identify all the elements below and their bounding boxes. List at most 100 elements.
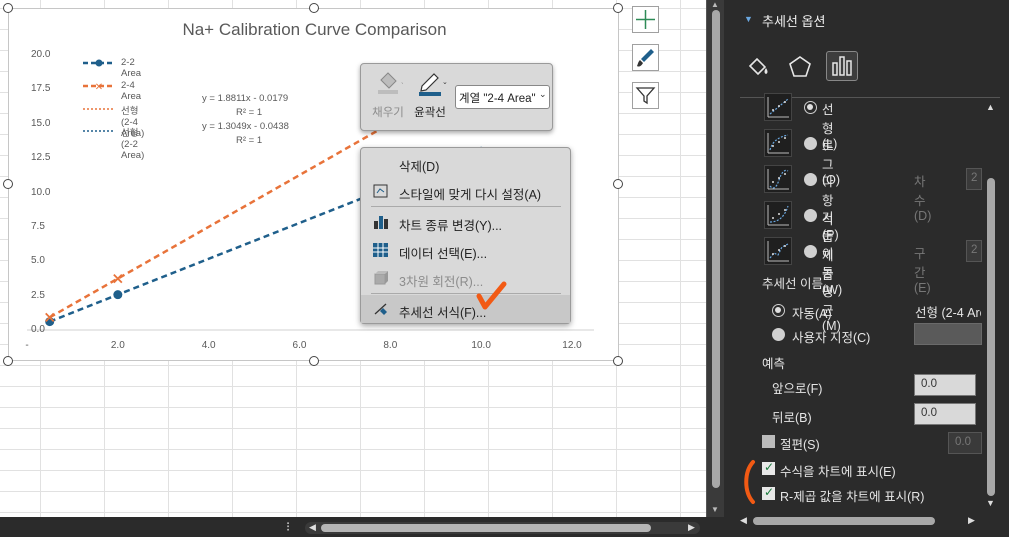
trendline-r2[interactable]: R² = 1	[236, 135, 262, 146]
trend-type-label-moving-average[interactable]: 이동 평균(M)	[822, 243, 841, 333]
menu-item-select-data[interactable]: 데이터 선택(E)...	[361, 236, 570, 264]
resize-handle[interactable]	[613, 179, 623, 189]
resize-handle[interactable]	[3, 3, 13, 13]
resize-handle[interactable]	[309, 356, 319, 366]
brush-icon	[637, 49, 654, 67]
scrollbar-thumb[interactable]	[987, 178, 995, 496]
resize-handle[interactable]	[3, 356, 13, 366]
scroll-right-icon[interactable]: ▶	[688, 522, 695, 533]
resize-handle[interactable]	[613, 3, 623, 13]
intercept-checkbox[interactable]	[762, 435, 775, 448]
format-trendline-icon	[374, 303, 387, 315]
x-tick-label: 10.0	[471, 340, 491, 351]
tab-fill-line[interactable]	[742, 52, 774, 82]
worksheet-vertical-scrollbar[interactable]: ▲ ▼	[706, 0, 724, 517]
data-point	[113, 290, 123, 300]
tab-trendline-options[interactable]	[826, 51, 858, 81]
power-trend-icon[interactable]	[764, 201, 792, 229]
show-r2-checkbox[interactable]	[762, 485, 775, 500]
menu-item-format-trendline[interactable]: 추세선 서식(F)...	[361, 295, 570, 323]
series-selector-value: 계열 "2-4 Area"	[459, 93, 536, 105]
y-tick-label: 2.5	[31, 289, 45, 301]
backward-label: 뒤로(B)	[772, 411, 812, 425]
moving-average-param-label: 구간(E)	[914, 247, 931, 295]
outline-button[interactable]: ⌄ 윤곽선	[409, 68, 451, 124]
pane-section-title[interactable]: 추세선 옵션	[762, 11, 825, 30]
moving-average-param-input[interactable]: 2	[966, 240, 982, 262]
pane-horizontal-scrollbar[interactable]: ◀ ▶	[740, 514, 980, 528]
scroll-down-icon[interactable]: ▼	[986, 498, 995, 508]
forward-input[interactable]: 0.0	[914, 374, 976, 396]
scroll-right-icon[interactable]: ▶	[968, 515, 975, 526]
context-menu: 삭제(D) 스타일에 맞게 다시 설정(A) 차트 종류 변경(Y)... 데이…	[360, 147, 571, 324]
series-selector[interactable]: 계열 "2-4 Area"	[455, 85, 550, 109]
pentagon-icon	[789, 56, 811, 77]
log-trend-icon[interactable]	[764, 129, 792, 157]
pane-vertical-scrollbar[interactable]: ▲ ▼	[984, 100, 998, 510]
x-tick-label: 6.0	[292, 340, 307, 351]
scroll-up-icon[interactable]: ▲	[986, 102, 995, 112]
custom-name-input[interactable]	[914, 323, 982, 345]
trendline-r2[interactable]: R² = 1	[236, 107, 262, 118]
x-tick-label: 4.0	[201, 340, 216, 351]
backward-input[interactable]: 0.0	[914, 403, 976, 425]
y-tick-label: 5.0	[31, 255, 45, 267]
y-tick-label: 0.0	[31, 324, 45, 335]
radio-linear[interactable]	[804, 101, 817, 114]
radio-log[interactable]	[804, 137, 817, 150]
menu-item-delete[interactable]: 삭제(D)	[361, 149, 570, 177]
menu-item-change-chart-type[interactable]: 차트 종류 변경(Y)...	[361, 208, 570, 236]
worksheet-horizontal-scrollbar[interactable]: ◀ ▶	[305, 522, 700, 534]
intercept-label[interactable]: 절편(S)	[780, 434, 820, 453]
linear-trend-icon[interactable]	[764, 93, 792, 121]
moving-average-trend-icon[interactable]	[764, 237, 792, 265]
scroll-left-icon[interactable]: ◀	[740, 515, 747, 526]
scrollbar-thumb[interactable]	[753, 517, 935, 525]
y-tick-label: 15.0	[31, 117, 51, 129]
radio-auto[interactable]	[772, 304, 785, 317]
intercept-input[interactable]: 0.0	[948, 432, 982, 454]
scrollbar-thumb[interactable]	[712, 10, 720, 488]
show-equation-checkbox[interactable]	[762, 460, 775, 475]
legend-marker-2-4: ✕	[95, 82, 103, 93]
resize-handle[interactable]	[3, 179, 13, 189]
radio-moving-average[interactable]	[804, 245, 817, 258]
chart-elements-button[interactable]	[632, 6, 659, 33]
chart-styles-button[interactable]	[632, 44, 659, 71]
x-tick-label: 8.0	[383, 340, 398, 351]
chevron-down-icon[interactable]: ⌄	[539, 89, 547, 100]
chart-filters-button[interactable]	[632, 82, 659, 109]
menu-item-reset-style[interactable]: 스타일에 맞게 다시 설정(A)	[361, 177, 570, 205]
scroll-left-icon[interactable]: ◀	[309, 522, 316, 533]
scrollbar-thumb[interactable]	[321, 524, 651, 532]
filter-icon	[635, 87, 656, 105]
forecast-heading: 예측	[762, 357, 786, 371]
menu-item-3d-rotation[interactable]: 3차원 회전(R)...	[361, 264, 570, 292]
show-equation-label[interactable]: 수식을 차트에 표시(E)	[780, 461, 896, 480]
svg-text:⌄: ⌄	[442, 79, 447, 86]
show-r2-label[interactable]: R-제곱 값을 차트에 표시(R)	[780, 486, 924, 505]
tab-effects[interactable]	[784, 52, 816, 82]
trendline-equation[interactable]: y = 1.8811x - 0.0179	[202, 93, 288, 104]
trendline-equation[interactable]: y = 1.3049x - 0.0438	[202, 121, 289, 132]
resize-handle[interactable]	[309, 3, 319, 13]
scroll-down-icon[interactable]: ▼	[711, 505, 719, 514]
polynomial-param-input[interactable]: 2	[966, 168, 982, 190]
format-trendline-pane: ▼ 추세선 옵션 추세선 이름 자동(A) 선형 (2-4 Area) 사용자 …	[724, 0, 1009, 517]
x-tick-label: 12.0	[562, 340, 582, 351]
radio-polynomial[interactable]	[804, 173, 817, 186]
x-tick-label: 2.0	[110, 340, 125, 351]
legend-label: 2-4 Area	[121, 80, 142, 102]
fill-label: 채우기	[372, 107, 404, 119]
polynomial-trend-icon[interactable]	[764, 165, 792, 193]
legend-label: 2-2 Area	[121, 57, 142, 79]
fill-button[interactable]: ⌄ 채우기	[369, 68, 407, 124]
radio-power[interactable]	[804, 209, 817, 222]
sheet-splitter[interactable]: ⁝	[286, 519, 290, 535]
menu-separator	[371, 206, 561, 207]
collapse-chevron-icon[interactable]: ▼	[744, 14, 753, 24]
x-tick-label: -	[25, 340, 29, 351]
scroll-up-icon[interactable]: ▲	[711, 0, 719, 9]
radio-custom[interactable]	[772, 328, 785, 341]
resize-handle[interactable]	[613, 356, 623, 366]
